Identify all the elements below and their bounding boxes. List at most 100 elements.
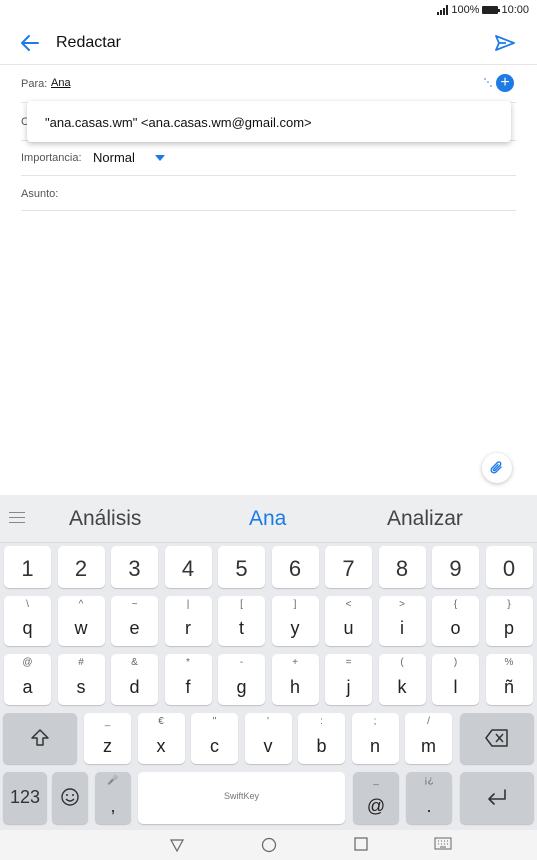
plus-icon[interactable]: + <box>496 74 514 92</box>
key-z[interactable]: _ z <box>84 713 131 764</box>
key-t-label: t <box>238 618 244 638</box>
battery-icon <box>482 6 501 14</box>
dropdown-caret-icon[interactable] <box>155 155 165 161</box>
comma-key[interactable]: 🎤 , <box>95 772 131 824</box>
space-key[interactable]: SwiftKey <box>138 772 345 824</box>
key-7-label: 7 <box>342 556 355 581</box>
key-g-label: g <box>236 677 247 697</box>
keyboard-icon[interactable] <box>434 837 452 851</box>
key-b-label: b <box>316 736 327 756</box>
prediction-center[interactable]: Ana <box>249 507 286 531</box>
backspace-icon <box>485 729 508 747</box>
key-y[interactable]: ] y <box>271 596 319 646</box>
symbols-key-label: 123 <box>9 787 41 807</box>
key-v[interactable]: ' v <box>244 713 292 764</box>
key-2[interactable]: 2 <box>57 546 105 588</box>
to-label: Para: <box>21 78 48 90</box>
contact-suggestion[interactable]: "ana.casas.wm" <ana.casas.wm@gmail.com> <box>27 101 511 142</box>
key-4[interactable]: 4 <box>164 546 212 588</box>
key-5[interactable]: 5 <box>218 546 265 588</box>
enter-key[interactable] <box>460 772 534 824</box>
circle-home-icon[interactable] <box>261 837 277 853</box>
key-r[interactable]: | r <box>164 596 212 646</box>
key-j[interactable]: = j <box>325 654 372 705</box>
subject-field[interactable]: Asunto: <box>21 175 516 211</box>
prediction-right[interactable]: Analizar <box>387 507 463 531</box>
recipient-chip[interactable]: Ana <box>51 77 71 89</box>
key-d[interactable]: & d <box>111 654 158 705</box>
prediction-left[interactable]: Análisis <box>69 507 141 531</box>
backspace-key[interactable] <box>460 713 534 764</box>
send-icon[interactable] <box>493 31 517 55</box>
key-q[interactable]: \ q <box>4 596 51 646</box>
period-key-label: . <box>426 796 432 816</box>
period-key[interactable]: ¡¿ . <box>406 772 452 824</box>
key-8[interactable]: 8 <box>378 546 426 588</box>
to-field[interactable]: Para: Ana + <box>21 64 516 103</box>
key-q-label: q <box>22 618 33 638</box>
key-a-label: a <box>22 677 33 697</box>
key-m[interactable]: / m <box>405 713 452 764</box>
key-b[interactable]: :b <box>298 713 345 764</box>
swiftkey-brand: SwiftKey <box>223 791 259 801</box>
key-o[interactable]: {o <box>432 596 479 646</box>
key-u[interactable]: < u <box>325 596 372 646</box>
at-key[interactable]: _ @ <box>353 772 399 824</box>
key-q-alt: \ <box>26 599 29 610</box>
key-t[interactable]: [t <box>218 596 265 646</box>
key-j-label: j <box>346 677 351 697</box>
key-c[interactable]: " c <box>191 713 238 764</box>
shift-key[interactable] <box>3 713 77 764</box>
arrow-left-icon[interactable] <box>18 31 42 55</box>
importance-field[interactable]: Importancia: Normal <box>21 140 516 176</box>
key-s[interactable]: # s <box>57 654 105 705</box>
key-x-label: x <box>156 736 166 756</box>
key-h-label: h <box>289 677 300 697</box>
key-a[interactable]: @ a <box>4 654 51 705</box>
mic-icon: 🎤 <box>107 775 119 785</box>
key-j-alt: = <box>345 657 352 668</box>
key-n[interactable]: ; n <box>351 713 399 764</box>
key-0-label: 0 <box>502 556 516 581</box>
key-x[interactable]: € x <box>137 713 185 764</box>
key-ñ[interactable]: % ñ <box>485 654 533 705</box>
key-i-alt: > <box>399 599 405 610</box>
key-e-label: e <box>129 618 140 638</box>
key-3[interactable]: 3 <box>111 546 158 588</box>
key-c-label: c <box>210 736 219 756</box>
key-y-label: y <box>290 618 300 638</box>
key-9[interactable]: 9 <box>432 546 479 588</box>
key-g[interactable]: -g <box>218 654 265 705</box>
square-recent-icon[interactable] <box>354 837 368 851</box>
prediction-bar: Análisis Ana Analizar <box>0 495 537 543</box>
symbols-key[interactable]: 123 <box>3 772 47 824</box>
key-v-label: v <box>263 736 273 756</box>
key-p-alt: } <box>507 599 511 610</box>
key-e[interactable]: ~ e <box>111 596 158 646</box>
key-l-label: l <box>453 677 458 697</box>
key-m-label: m <box>421 736 436 756</box>
key-m-alt: / <box>427 716 430 727</box>
key-r-alt: | <box>186 599 190 610</box>
key-6[interactable]: 6 <box>271 546 319 588</box>
shift-icon <box>31 729 49 746</box>
menu-icon[interactable] <box>9 512 25 527</box>
suggestion-text: "ana.casas.wm" <ana.casas.wm@gmail.com> <box>45 115 312 130</box>
key-h[interactable]: + h <box>271 654 319 705</box>
triangle-back-icon[interactable] <box>169 837 185 853</box>
key-1[interactable]: 1 <box>4 546 51 588</box>
key-n-alt: ; <box>373 716 377 727</box>
key-d-alt: & <box>131 657 138 668</box>
key-w[interactable]: ^ w <box>57 596 105 646</box>
key-7[interactable]: 7 <box>325 546 372 588</box>
key-f[interactable]: * f <box>164 654 212 705</box>
key-i[interactable]: > i <box>378 596 426 646</box>
key-l[interactable]: ) l <box>432 654 479 705</box>
emoji-key[interactable] <box>52 772 88 824</box>
key-0[interactable]: 0 <box>485 546 533 588</box>
key-k[interactable]: (k <box>378 654 426 705</box>
key-p[interactable]: } p <box>485 596 533 646</box>
attach-button[interactable] <box>482 453 512 483</box>
enter-icon <box>488 789 506 805</box>
importance-value[interactable]: Normal <box>93 150 135 165</box>
